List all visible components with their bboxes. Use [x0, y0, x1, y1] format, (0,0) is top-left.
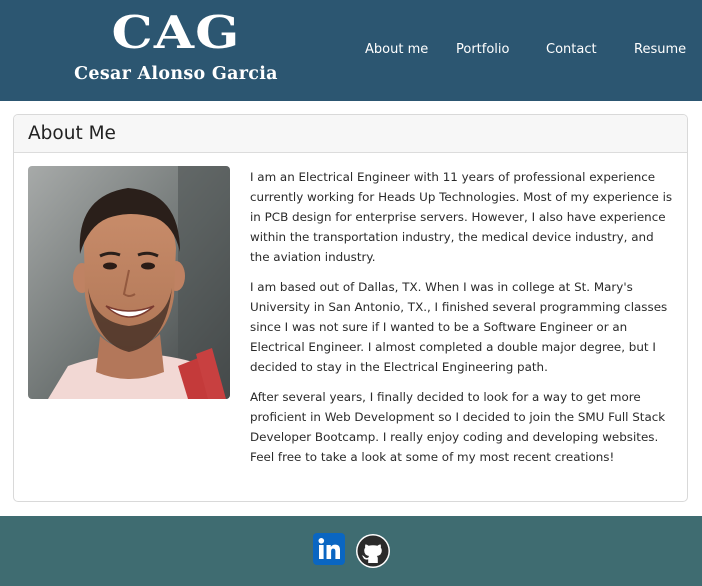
nav-portfolio[interactable]: Portfolio: [456, 41, 509, 59]
github-icon: [356, 534, 390, 568]
nav-contact[interactable]: Contact: [546, 41, 597, 59]
linkedin-link[interactable]: [313, 533, 345, 565]
profile-photo: [28, 166, 230, 399]
nav-resume[interactable]: Resume: [634, 41, 686, 59]
about-card: About Me I am an Electrical Engineer wit…: [13, 114, 688, 502]
about-bio: I am an Electrical Engineer with 11 year…: [250, 167, 676, 477]
brand-name: Cesar Alonso Garcia: [74, 64, 278, 84]
site-header: CAG Cesar Alonso Garcia About me Portfol…: [0, 0, 702, 101]
github-link[interactable]: [355, 533, 391, 569]
profile-photo-image: [28, 166, 230, 399]
linkedin-icon: [313, 533, 345, 565]
nav-about-me[interactable]: About me: [365, 41, 428, 59]
bio-paragraph-1: I am an Electrical Engineer with 11 year…: [250, 170, 673, 264]
about-title: About Me: [28, 123, 116, 144]
about-card-header: About Me: [14, 115, 687, 153]
bio-paragraph-3: After several years, I finally decided t…: [250, 390, 666, 464]
site-footer: [0, 516, 702, 586]
main-nav: About me Portfolio Contact Resume: [0, 41, 702, 61]
bio-paragraph-2: I am based out of Dallas, TX. When I was…: [250, 280, 668, 374]
